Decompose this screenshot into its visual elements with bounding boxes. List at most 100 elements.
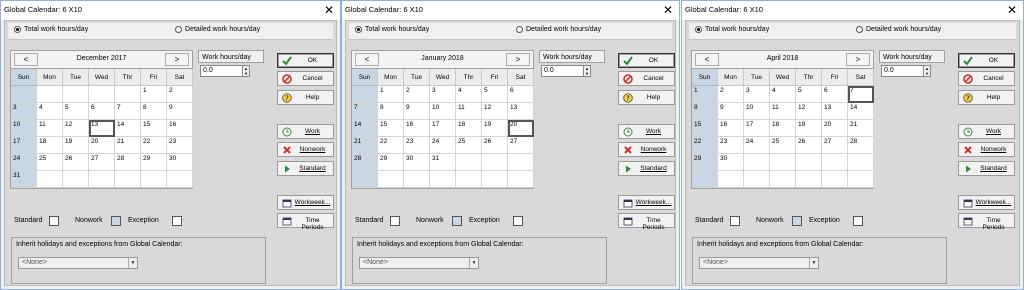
calendar-day-cell[interactable]: 29 [692,154,718,171]
calendar-day-cell[interactable] [796,171,822,188]
calendar-day-cell[interactable]: 15 [378,120,404,137]
calendar-day-cell[interactable]: 8 [692,103,718,120]
calendar-day-cell[interactable]: 10 [11,120,37,137]
calendar-day-cell[interactable] [848,171,874,188]
calendar-day-cell[interactable]: 11 [770,103,796,120]
cancel-button[interactable]: Cancel [618,71,675,86]
work-hours-input[interactable]: 0.0 ▲ ▼ [541,65,591,77]
prev-month-button[interactable]: < [355,53,379,66]
calendar-day-cell[interactable] [37,171,63,188]
ok-button[interactable]: OK [618,53,675,68]
calendar-day-cell[interactable] [404,171,430,188]
calendar-day-cell[interactable]: 14 [115,120,141,137]
calendar-day-cell[interactable]: 4 [770,86,796,103]
help-button[interactable]: ? Help [958,90,1015,105]
calendar-day-cell[interactable]: 3 [430,86,456,103]
calendar-day-cell[interactable]: 22 [692,137,718,154]
calendar-day-cell[interactable]: 8 [378,103,404,120]
calendar-day-cell[interactable]: 11 [456,103,482,120]
calendar-day-cell[interactable] [822,154,848,171]
calendar-day-cell[interactable]: 15 [692,120,718,137]
work-button[interactable]: Work [618,124,675,139]
calendar-day-cell[interactable] [89,86,115,103]
ok-button[interactable]: OK [958,53,1015,68]
calendar-day-cell[interactable]: 18 [456,120,482,137]
calendar-day-cell[interactable]: 7 [115,103,141,120]
calendar-day-cell[interactable] [692,171,718,188]
calendar-day-cell[interactable] [822,171,848,188]
calendar-day-cell[interactable]: 18 [37,137,63,154]
calendar-day-cell[interactable]: 24 [430,137,456,154]
nonwork-button[interactable]: Nonwork [958,142,1015,157]
calendar-day-cell[interactable]: 14 [848,103,874,120]
total-hours-radio[interactable]: Total work hours/day [695,26,769,33]
calendar-day-cell[interactable]: 17 [744,120,770,137]
chevron-down-icon[interactable]: ▼ [469,258,478,268]
calendar-day-cell[interactable]: 1 [378,86,404,103]
calendar-day-cell[interactable]: 4 [37,103,63,120]
calendar-day-cell[interactable]: 27 [508,137,534,154]
calendar-day-cell[interactable]: 3 [744,86,770,103]
calendar-day-cell[interactable]: 21 [848,120,874,137]
calendar-day-cell[interactable] [115,171,141,188]
inherit-calendar-dropdown[interactable]: <None> ▼ [699,257,819,269]
calendar-day-cell[interactable]: 26 [63,154,89,171]
calendar-day-cell[interactable] [744,154,770,171]
calendar-day-cell[interactable]: 8 [141,103,167,120]
calendar-day-cell[interactable]: 19 [63,137,89,154]
standard-button[interactable]: Standard [277,161,334,176]
calendar-day-cell[interactable] [456,171,482,188]
work-button[interactable]: Work [277,124,334,139]
calendar-day-cell[interactable] [141,171,167,188]
close-button[interactable]: ✕ [324,2,334,18]
nonwork-button[interactable]: Nonwork [277,142,334,157]
calendar-day-cell[interactable]: 12 [63,120,89,137]
calendar-day-cell[interactable]: 29 [378,154,404,171]
close-button[interactable]: ✕ [1007,2,1017,18]
spinner-arrows-icon[interactable]: ▲ ▼ [242,65,250,77]
calendar-day-cell[interactable] [167,171,193,188]
calendar-day-cell[interactable] [718,171,744,188]
calendar-day-cell[interactable]: 9 [404,103,430,120]
calendar-day-cell[interactable] [378,171,404,188]
prev-month-button[interactable]: < [695,53,719,66]
calendar-day-cell[interactable] [744,171,770,188]
calendar-day-cell[interactable] [89,171,115,188]
calendar-day-cell[interactable]: 1 [141,86,167,103]
help-button[interactable]: ? Help [277,90,334,105]
calendar-day-cell[interactable]: 23 [718,137,744,154]
calendar-day-cell[interactable]: 20 [508,120,534,137]
time-periods-button[interactable]: Time Periods [618,213,675,231]
calendar-day-cell[interactable]: 22 [378,137,404,154]
calendar-day-cell[interactable]: 13 [89,120,115,137]
calendar-day-cell[interactable]: 24 [744,137,770,154]
calendar-day-cell[interactable]: 21 [352,137,378,154]
calendar-day-cell[interactable]: 6 [822,86,848,103]
calendar-day-cell[interactable]: 3 [11,103,37,120]
cancel-button[interactable]: Cancel [958,71,1015,86]
calendar-day-cell[interactable]: 11 [37,120,63,137]
calendar-day-cell[interactable]: 6 [508,86,534,103]
spinner-arrows-icon[interactable]: ▲ ▼ [583,65,591,77]
calendar-day-cell[interactable]: 13 [508,103,534,120]
calendar-day-cell[interactable]: 25 [37,154,63,171]
calendar-day-cell[interactable]: 30 [167,154,193,171]
workweek-button[interactable]: Workweek... [277,195,334,210]
calendar-day-cell[interactable]: 16 [167,120,193,137]
calendar-day-cell[interactable]: 16 [404,120,430,137]
calendar-day-cell[interactable]: 5 [63,103,89,120]
calendar-day-cell[interactable]: 28 [848,137,874,154]
work-hours-input[interactable]: 0.0 ▲ ▼ [881,65,931,77]
calendar-day-cell[interactable]: 6 [89,103,115,120]
calendar-day-cell[interactable]: 15 [141,120,167,137]
workweek-button[interactable]: Workweek... [958,195,1015,210]
calendar-day-cell[interactable]: 7 [352,103,378,120]
calendar-day-cell[interactable]: 16 [718,120,744,137]
calendar-day-cell[interactable] [508,171,534,188]
calendar-day-cell[interactable] [770,171,796,188]
calendar-day-cell[interactable] [115,86,141,103]
chevron-down-icon[interactable]: ▼ [809,258,818,268]
calendar-day-cell[interactable] [848,154,874,171]
ok-button[interactable]: OK [277,53,334,68]
calendar-day-cell[interactable] [352,171,378,188]
